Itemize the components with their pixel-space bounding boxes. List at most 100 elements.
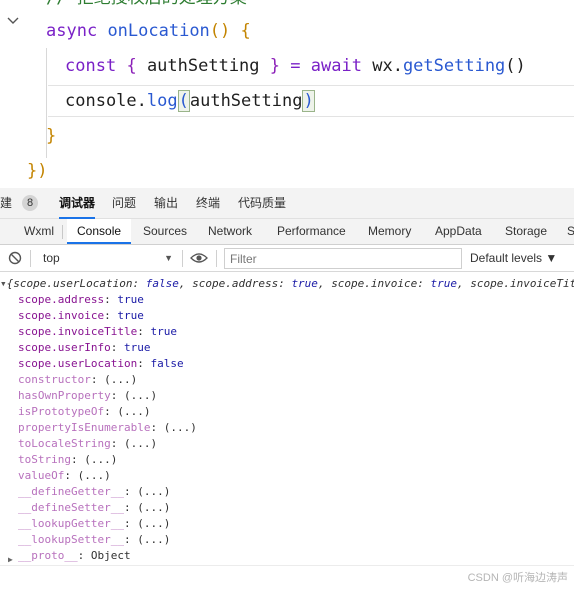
- expanded-caret-icon[interactable]: ▾: [0, 277, 7, 290]
- inherited-key: __defineGetter__: [18, 485, 124, 498]
- property-row[interactable]: scope.userLocation: false: [18, 356, 184, 372]
- tab-memory[interactable]: Memory: [368, 219, 411, 244]
- context-select[interactable]: top ▼: [36, 248, 176, 268]
- property-row[interactable]: scope.userInfo: true: [18, 340, 150, 356]
- toolbar-divider: [30, 250, 31, 267]
- code-line-4[interactable]: console.log(authSetting): [65, 85, 315, 117]
- property-value: true: [150, 325, 177, 338]
- tab-code-quality[interactable]: 代码质量: [238, 188, 286, 219]
- variable-authsetting: authSetting: [146, 56, 260, 76]
- brace-open: {: [240, 21, 251, 41]
- proto-row[interactable]: __proto__: Object: [18, 548, 131, 564]
- toolbar-divider: [182, 250, 183, 267]
- chevron-down-icon[interactable]: [6, 14, 20, 28]
- inherited-value[interactable]: (...): [84, 453, 117, 466]
- devtools-top-tabs: 建 8 调试器 问题 输出 终端 代码质量: [0, 188, 574, 219]
- tab-overflow[interactable]: S: [567, 219, 574, 244]
- inherited-row[interactable]: isPrototypeOf: (...): [18, 404, 150, 420]
- tab-console[interactable]: Console: [67, 219, 132, 244]
- property-row[interactable]: scope.address: true: [18, 292, 144, 308]
- code-line-5[interactable]: }: [46, 120, 56, 152]
- summary-key: scope.userLocation: [13, 277, 133, 290]
- inherited-row[interactable]: __lookupSetter__: (...): [18, 532, 170, 548]
- property-value: true: [117, 293, 144, 306]
- caret-down-icon: ▼: [164, 253, 173, 263]
- proto-key: __proto__: [18, 549, 78, 562]
- build-count-badge: 8: [22, 195, 38, 211]
- property-value: false: [150, 357, 184, 370]
- tab-divider: [62, 225, 63, 239]
- inherited-value[interactable]: (...): [104, 373, 137, 386]
- property-key: scope.invoiceTitle: [18, 325, 138, 338]
- property-row[interactable]: scope.invoice: true: [18, 308, 144, 324]
- inherited-value[interactable]: (...): [124, 437, 157, 450]
- inherited-row[interactable]: __lookupGetter__: (...): [18, 516, 170, 532]
- keyword-const: const: [65, 56, 117, 76]
- paren-match: ): [302, 90, 315, 112]
- inherited-row[interactable]: constructor: (...): [18, 372, 137, 388]
- object-summary[interactable]: ▾{scope.userLocation: false, scope.addre…: [0, 276, 574, 291]
- summary-comma: ,: [178, 277, 193, 290]
- code-line-2[interactable]: async onLocation() {: [46, 15, 251, 47]
- console-output[interactable]: ▾{scope.userLocation: false, scope.addre…: [0, 272, 574, 590]
- toolbar-divider: [216, 250, 217, 267]
- tab-storage[interactable]: Storage: [505, 219, 547, 244]
- paren-match: (: [177, 90, 190, 112]
- property-key: scope.invoice: [18, 309, 105, 322]
- keyword-async: async: [46, 21, 98, 41]
- inherited-row[interactable]: __defineGetter__: (...): [18, 484, 170, 500]
- summary-value: true: [430, 277, 458, 290]
- tab-appdata[interactable]: AppData: [435, 219, 482, 244]
- log-levels-dropdown[interactable]: Default levels ▼: [470, 248, 557, 268]
- summary-comma: ,: [457, 277, 471, 290]
- inherited-row[interactable]: toLocaleString: (...): [18, 436, 157, 452]
- eye-icon[interactable]: [190, 252, 208, 267]
- code-line-6[interactable]: }): [27, 155, 47, 187]
- inherited-row[interactable]: hasOwnProperty: (...): [18, 388, 157, 404]
- inherited-value[interactable]: (...): [137, 533, 170, 546]
- inherited-key: isPrototypeOf: [18, 405, 105, 418]
- inherited-value[interactable]: (...): [117, 405, 150, 418]
- clear-console-icon[interactable]: [8, 251, 22, 268]
- summary-comma: ,: [317, 277, 332, 290]
- context-value: top: [43, 251, 60, 265]
- inherited-row[interactable]: __defineSetter__: (...): [18, 500, 170, 516]
- property-value: true: [123, 341, 151, 354]
- inherited-row[interactable]: valueOf: (...): [18, 468, 111, 484]
- property-row[interactable]: scope.invoiceTitle: true: [18, 324, 177, 340]
- code-line-3[interactable]: const { authSetting } = await wx.getSett…: [65, 50, 526, 82]
- tab-terminal[interactable]: 终端: [196, 188, 220, 219]
- tab-debugger[interactable]: 调试器: [59, 188, 96, 219]
- proto-value: Object: [90, 549, 131, 562]
- tab-build[interactable]: 建: [0, 188, 12, 219]
- tab-wxml[interactable]: Wxml: [24, 219, 54, 244]
- divider: [0, 565, 574, 566]
- tab-sources[interactable]: Sources: [143, 219, 187, 244]
- inherited-value[interactable]: (...): [164, 421, 197, 434]
- code-comment: // 拒绝授权后的处理方案: [46, 0, 247, 14]
- inherited-value[interactable]: (...): [137, 517, 170, 530]
- code-editor[interactable]: // 拒绝授权后的处理方案 async onLocation() { const…: [0, 0, 574, 188]
- summary-key: scope.invoiceTit: [470, 277, 574, 290]
- brace: {: [126, 56, 137, 76]
- inherited-key: constructor: [18, 373, 91, 386]
- property-key: scope.userInfo: [18, 341, 111, 354]
- summary-key: scope.address: [192, 277, 279, 290]
- inherited-value[interactable]: (...): [137, 485, 170, 498]
- filter-input[interactable]: [224, 248, 462, 269]
- inherited-value[interactable]: (...): [78, 469, 111, 482]
- inherited-key: toLocaleString: [18, 437, 111, 450]
- brace: }: [269, 56, 281, 76]
- watermark: CSDN @听海边涛声: [467, 572, 568, 584]
- tab-network[interactable]: Network: [208, 219, 252, 244]
- inherited-row[interactable]: toString: (...): [18, 452, 117, 468]
- summary-key: scope.invoice: [331, 277, 418, 290]
- inherited-value[interactable]: (...): [124, 389, 157, 402]
- tab-issues[interactable]: 问题: [112, 188, 136, 219]
- tab-output[interactable]: 输出: [154, 188, 178, 219]
- inherited-value[interactable]: (...): [137, 501, 170, 514]
- object-wx: wx.: [372, 56, 403, 76]
- inherited-row[interactable]: propertyIsEnumerable: (...): [18, 420, 197, 436]
- tab-performance[interactable]: Performance: [277, 219, 346, 244]
- function-getsetting: getSetting: [402, 56, 506, 76]
